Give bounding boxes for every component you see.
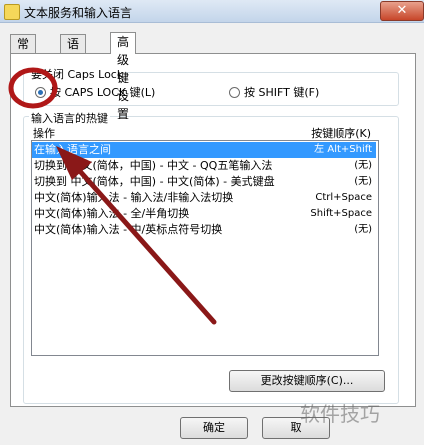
dialog-window: 文本服务和输入语言 ✕ 常规 语言栏 高级键设置 要关闭 Caps Lock 按… bbox=[0, 0, 424, 445]
annotation-circle bbox=[8, 67, 58, 109]
watermark: 软件技巧 bbox=[300, 402, 380, 426]
tab-advanced-key-settings[interactable]: 高级键设置 bbox=[110, 32, 137, 121]
annotation-overlay bbox=[8, 67, 217, 325]
annotation-arrow-head bbox=[56, 146, 92, 180]
annotation-arrow-shaft bbox=[67, 157, 217, 325]
